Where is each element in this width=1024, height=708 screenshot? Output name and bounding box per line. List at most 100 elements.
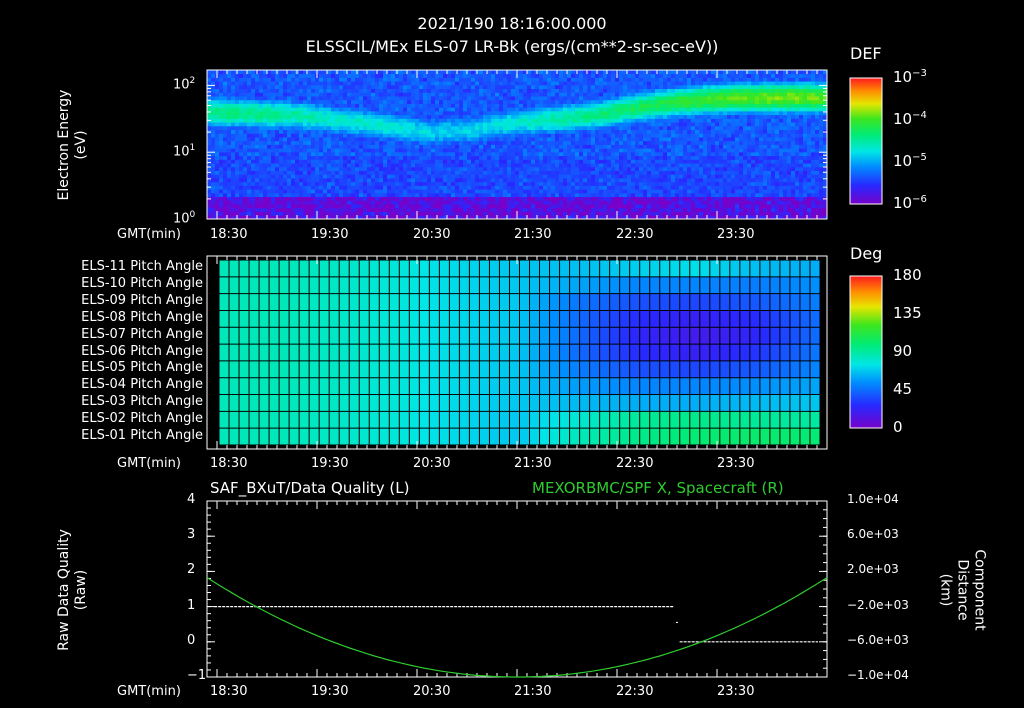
spectrogram-cell (591, 166, 596, 171)
spectrogram-cell (315, 103, 320, 108)
spectrogram-cell (515, 204, 520, 209)
spectrogram-cell (523, 170, 528, 175)
spectrogram-cell (643, 129, 648, 134)
spectrogram-cell (263, 207, 268, 212)
spectrogram-cell (703, 196, 708, 201)
spectrogram-cell (547, 211, 552, 216)
spectrogram-cell (507, 174, 512, 179)
spectrogram-cell (459, 137, 464, 142)
spectrogram-cell (607, 133, 612, 138)
spectrogram-cell (591, 151, 596, 157)
spectrogram-cell (699, 155, 704, 160)
spectrogram-cell (379, 73, 384, 78)
spectrogram-cell (263, 192, 268, 198)
spectrogram-cell (315, 196, 320, 201)
spectrogram-cell (431, 163, 436, 168)
spectrogram-cell (575, 81, 580, 86)
spectrogram-cell (631, 211, 636, 216)
spectrogram-cell (411, 151, 416, 157)
spectrogram-cell (575, 181, 580, 186)
spectrogram-cell (583, 163, 588, 168)
spectrogram-cell (247, 110, 252, 116)
spectrogram-cell (291, 181, 296, 186)
spectrogram-cell (475, 125, 480, 131)
spectrogram-cell (683, 185, 688, 190)
spectrogram-cell (619, 96, 624, 101)
spectrogram-cell (295, 92, 300, 97)
spectrogram-cell (511, 163, 516, 168)
spectrogram-cell (319, 204, 324, 209)
spectrogram-cell (547, 189, 552, 194)
spectrogram-cell (399, 155, 404, 160)
spectrogram-cell (615, 148, 620, 153)
spectrogram-cell (223, 196, 228, 201)
spectrogram-cell (643, 163, 648, 168)
spectrogram-cell (691, 99, 696, 104)
spectrogram-cell (311, 122, 316, 127)
spectrogram-cell (619, 148, 624, 153)
spectrogram-cell (279, 166, 284, 171)
spectrogram-cell (359, 118, 364, 123)
spectrogram-cell (327, 99, 332, 104)
spectrogram-cell (335, 207, 340, 212)
spectrogram-cell (251, 103, 256, 108)
spectrogram-cell (655, 151, 660, 157)
spectrogram-cell (375, 125, 380, 131)
spectrogram-cell (219, 114, 224, 119)
spectrogram-cell (355, 88, 360, 93)
spectrogram-cell (347, 159, 352, 164)
spectrogram-cell (435, 84, 440, 90)
spectrogram-cell (355, 140, 360, 145)
spectrogram-cell (355, 114, 360, 119)
spectrogram-cell (595, 181, 600, 186)
spectrogram-cell (599, 174, 604, 179)
spectrogram-cell (483, 73, 488, 78)
spectrogram-cell (211, 166, 216, 171)
spectrogram-cell (567, 118, 572, 123)
spectrogram-cell (523, 125, 528, 131)
spectrogram-cell (543, 207, 548, 212)
spectrogram-cell (471, 140, 476, 145)
spectrogram-cell (259, 99, 264, 104)
spectrogram-cell (519, 129, 524, 134)
spectrogram-cell (479, 178, 484, 183)
spectrogram-cell (483, 181, 488, 186)
spectrogram-cell (663, 174, 668, 179)
spectrogram-cell (367, 170, 372, 175)
spectrogram-cell (291, 81, 296, 86)
spectrogram-cell (599, 155, 604, 160)
spectrogram-cell (495, 103, 500, 108)
spectrogram-cell (351, 129, 356, 134)
spectrogram-cell (359, 163, 364, 168)
spectrogram-cell (531, 129, 536, 134)
spectrogram-cell (383, 181, 388, 186)
spectrogram-cell (555, 92, 560, 97)
spectrogram-cell (419, 185, 424, 190)
spectrogram-cell (351, 70, 356, 75)
spectrogram-cell (363, 84, 368, 90)
spectrogram-cell (267, 70, 272, 75)
spectrogram-cell (423, 155, 428, 160)
spectrogram-cell (611, 192, 616, 198)
spectrogram-cell (303, 148, 308, 153)
spectrogram-cell (319, 200, 324, 205)
spectrogram-cell (303, 159, 308, 164)
spectrogram-cell (667, 103, 672, 108)
spectrogram-cell (391, 200, 396, 205)
spectrogram-cell (587, 174, 592, 179)
spectrogram-cell (687, 163, 692, 168)
spectrogram-cell (651, 107, 656, 112)
spectrogram-cell (591, 122, 596, 127)
spectrogram-cell (671, 166, 676, 171)
spectrogram-cell (687, 73, 692, 78)
spectrogram-cell (523, 148, 528, 153)
spectrogram-cell (451, 200, 456, 205)
spectrogram-cell (379, 122, 384, 127)
spectrogram-cell (291, 118, 296, 123)
spectrogram-cell (335, 144, 340, 149)
spectrogram-cell (483, 170, 488, 175)
spectrogram-cell (359, 155, 364, 160)
spectrogram-cell (663, 207, 668, 212)
spectrogram-cell (667, 174, 672, 179)
spectrogram-cell (395, 163, 400, 168)
